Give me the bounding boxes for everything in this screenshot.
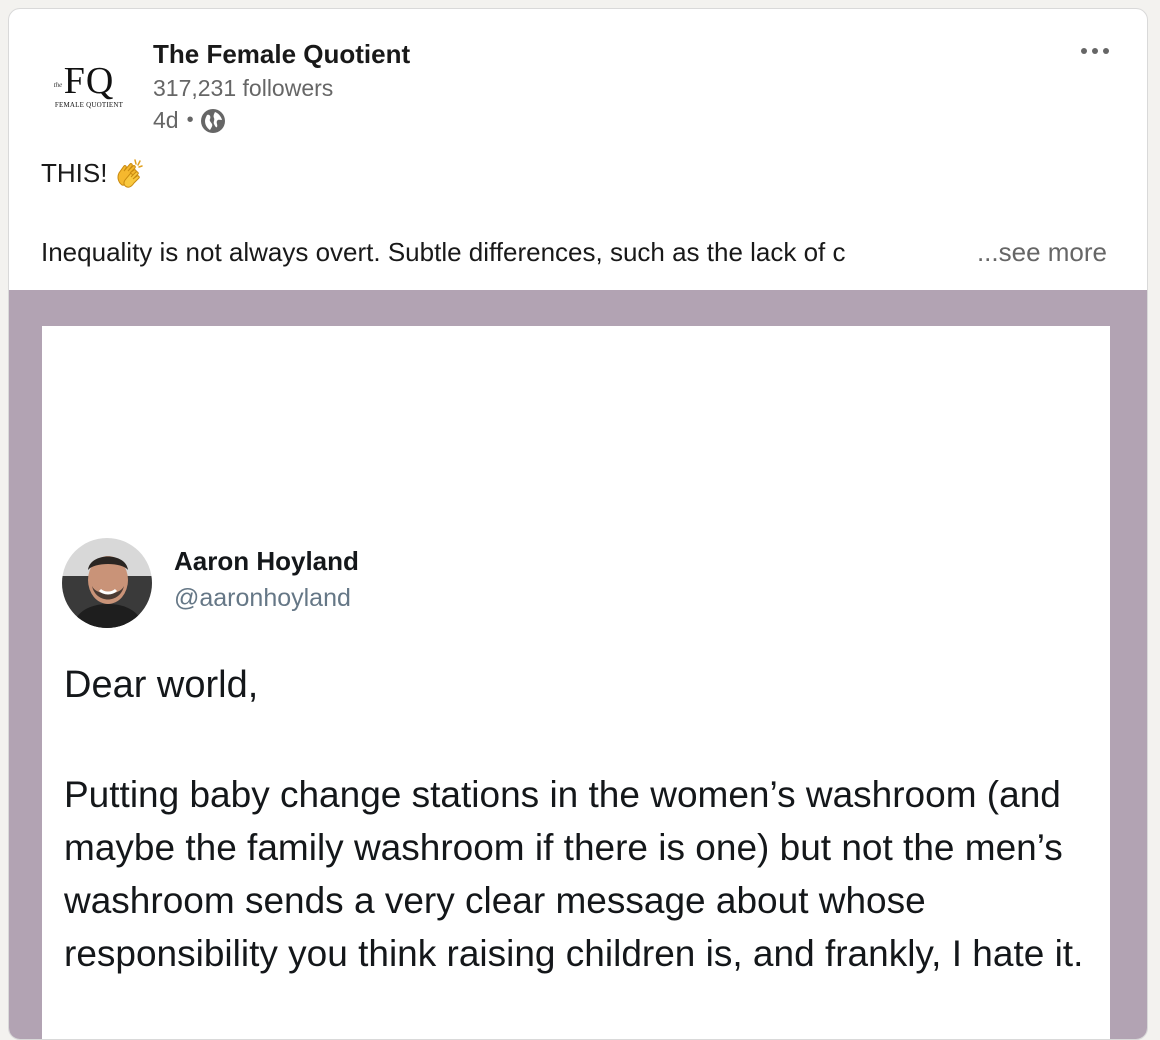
more-options-button[interactable] bbox=[1071, 37, 1119, 65]
post-card: the FQ FEMALE QUOTIENT The Female Quotie… bbox=[8, 8, 1148, 1040]
logo-mark-text: FQ bbox=[63, 59, 115, 102]
see-more-link[interactable]: ...see more bbox=[968, 237, 1107, 268]
post-meta: 4d • bbox=[153, 107, 226, 134]
more-dot bbox=[1081, 48, 1087, 54]
tweet-avatar bbox=[62, 538, 152, 628]
follower-count: 317,231 followers bbox=[153, 75, 334, 101]
clapping-hands-icon bbox=[113, 157, 145, 189]
post-text-preview: Inequality is not always overt. Subtle d… bbox=[41, 237, 846, 267]
tweet-greeting: Dear world, bbox=[64, 664, 259, 706]
tweet-author-handle: @aaronhoyland bbox=[174, 584, 351, 612]
tweet-body: Putting baby change stations in the wome… bbox=[64, 774, 1084, 974]
logo-subtitle: FEMALE QUOTIENT bbox=[54, 100, 124, 109]
tweet-author-name: Aaron Hoyland bbox=[174, 546, 359, 576]
company-logo[interactable]: the FQ FEMALE QUOTIENT bbox=[41, 49, 137, 121]
logo-mark: the FQ bbox=[54, 59, 115, 102]
tweet-screenshot: Aaron Hoyland @aaronhoyland Dear world, … bbox=[42, 326, 1110, 1039]
post-time: 4d bbox=[153, 107, 179, 133]
post-text-first-line: THIS! bbox=[41, 157, 145, 189]
globe-icon bbox=[200, 108, 226, 134]
meta-separator: • bbox=[186, 109, 194, 131]
post-image[interactable]: Aaron Hoyland @aaronhoyland Dear world, … bbox=[9, 290, 1147, 1039]
more-dot bbox=[1092, 48, 1098, 54]
more-dot bbox=[1103, 48, 1109, 54]
author-name[interactable]: The Female Quotient bbox=[153, 39, 410, 70]
logo-the-text: the bbox=[53, 80, 63, 89]
post-text-this: THIS! bbox=[41, 157, 108, 188]
